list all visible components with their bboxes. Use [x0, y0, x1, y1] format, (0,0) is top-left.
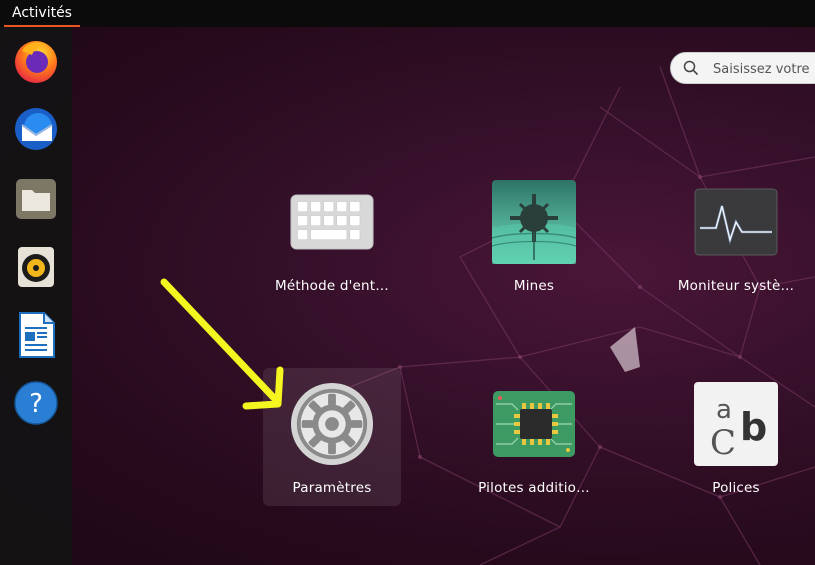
- firefox-icon: [15, 41, 57, 83]
- svg-text:?: ?: [29, 389, 43, 419]
- app-icon-container: [290, 382, 374, 466]
- chip-icon: [493, 391, 575, 457]
- search-input[interactable]: [711, 58, 815, 80]
- app-mines[interactable]: Mines: [465, 166, 603, 304]
- app-label: Polices: [712, 480, 760, 496]
- writer-document-icon: [19, 312, 55, 358]
- dock: ?: [0, 27, 72, 565]
- svg-text:C: C: [710, 423, 736, 463]
- search-icon: [683, 60, 699, 76]
- dock-item-libreoffice-writer[interactable]: [10, 309, 62, 361]
- gear-icon: [290, 382, 374, 466]
- mines-icon: [492, 180, 576, 264]
- app-pilotes-additionnels[interactable]: Pilotes additio…: [465, 368, 603, 506]
- app-icon-container: a C b: [694, 382, 778, 466]
- svg-text:b: b: [740, 405, 767, 449]
- dock-item-thunderbird[interactable]: [10, 103, 62, 155]
- app-icon-container: [290, 180, 374, 264]
- dock-item-files[interactable]: [10, 173, 62, 225]
- app-polices[interactable]: a C b Polices: [667, 368, 805, 506]
- system-monitor-icon: [694, 188, 778, 256]
- dock-item-firefox[interactable]: [10, 35, 62, 87]
- dock-item-help[interactable]: ?: [10, 377, 62, 429]
- app-icon-container: [492, 382, 576, 466]
- folder-icon: [16, 179, 56, 219]
- thunderbird-icon: [15, 108, 57, 150]
- app-label: Pilotes additio…: [478, 480, 590, 496]
- app-icon-container: [492, 180, 576, 264]
- app-moniteur-systeme[interactable]: Moniteur systè…: [667, 166, 805, 304]
- app-icon-container: [694, 180, 778, 264]
- yellow-arrow-annotation: [160, 278, 284, 410]
- activities-button[interactable]: Activités: [4, 0, 80, 27]
- dock-item-rhythmbox[interactable]: [10, 241, 62, 293]
- app-label: Moniteur systè…: [677, 278, 795, 294]
- top-bar: Activités: [0, 0, 815, 27]
- app-label: Paramètres: [292, 480, 372, 496]
- help-icon: ?: [14, 381, 58, 425]
- keyboard-icon: [290, 194, 374, 250]
- svg-text:a: a: [716, 395, 732, 425]
- search-bar[interactable]: [670, 52, 815, 84]
- fonts-icon: a C b: [694, 382, 778, 466]
- app-label: Mines: [513, 278, 555, 294]
- speaker-icon: [18, 247, 54, 287]
